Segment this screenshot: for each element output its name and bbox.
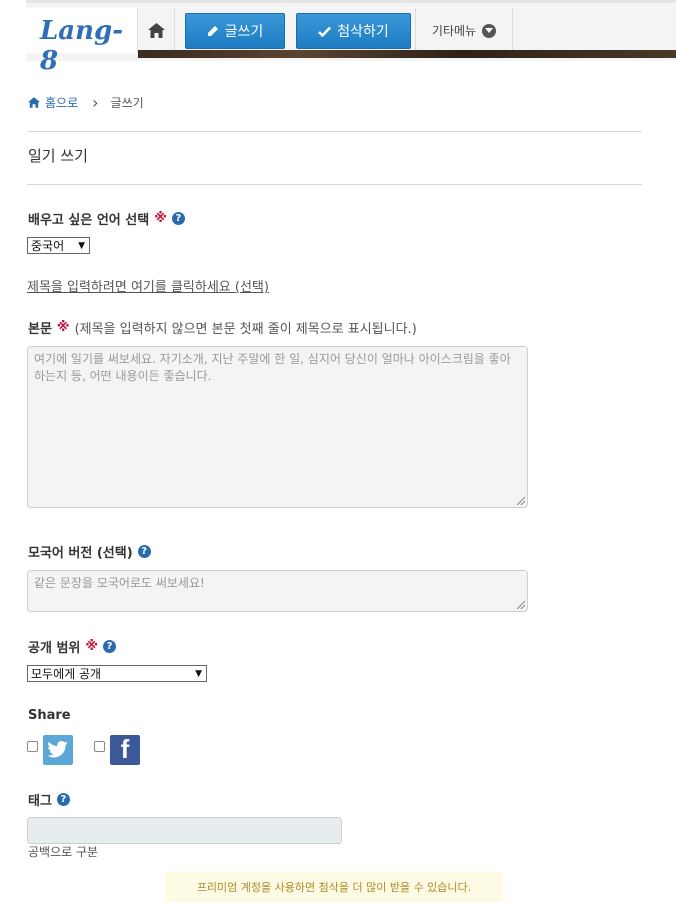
premium-notice: 프리미엄 계정을 사용하면 첨삭을 더 많이 받을 수 있습니다. — [165, 872, 503, 902]
logo-container[interactable]: Lang-8 — [26, 8, 138, 76]
language-label-text: 배우고 싶은 언어 선택 — [28, 213, 150, 228]
chevron-down-icon: ▼ — [195, 668, 202, 679]
breadcrumb-current: 글쓰기 — [110, 96, 144, 110]
breadcrumb-separator: › — [92, 93, 99, 112]
home-icon — [147, 23, 165, 38]
body-label-text: 본문 — [28, 322, 52, 337]
share-label-text: Share — [28, 708, 71, 723]
tags-hint: 공백으로 구분 — [28, 845, 99, 859]
visibility-label: 공개 범위 ※ ? — [28, 637, 117, 656]
chevron-down-icon: ▼ — [78, 240, 85, 251]
twitter-icon[interactable] — [43, 735, 73, 765]
breadcrumb: 홈으로 › 글쓰기 — [28, 93, 144, 112]
help-icon[interactable]: ? — [103, 640, 117, 653]
title-input-link[interactable]: 제목을 입력하려면 여기를 클릭하세요 (선택) — [27, 276, 269, 295]
home-button[interactable] — [138, 8, 175, 53]
visibility-label-text: 공개 범위 — [28, 641, 81, 656]
native-version-placeholder: 같은 문장을 모국어로도 써보세요! — [34, 576, 205, 590]
write-button[interactable]: 글쓰기 — [185, 13, 285, 49]
tags-label: 태그 ? — [28, 790, 70, 809]
check-icon — [318, 26, 332, 37]
site-logo[interactable]: Lang-8 — [40, 16, 137, 76]
breadcrumb-home-label[interactable]: 홈으로 — [45, 94, 78, 111]
correct-button-label: 첨삭하기 — [337, 24, 389, 40]
other-menu-label: 기타메뉴 — [431, 24, 477, 38]
divider — [27, 131, 642, 132]
language-select[interactable]: 중국어 ▼ — [27, 237, 90, 254]
native-version-label: 모국어 버전 (선택) ? — [28, 542, 151, 561]
language-select-value: 중국어 — [31, 239, 65, 253]
help-icon[interactable]: ? — [137, 545, 151, 558]
facebook-icon[interactable]: f — [110, 734, 140, 765]
other-menu-dropdown[interactable]: 기타메뉴 — [415, 8, 513, 53]
facebook-share-checkbox[interactable] — [94, 741, 105, 752]
breadcrumb-home-link[interactable]: 홈으로 — [28, 94, 78, 111]
help-icon[interactable]: ? — [171, 212, 185, 225]
visibility-select-value: 모두에게 공개 — [31, 667, 102, 681]
pencil-icon — [207, 26, 218, 36]
body-placeholder: 여기에 일기를 써보세요. 자기소개, 지난 주말에 한 일, 심지어 당신이 … — [34, 352, 511, 383]
home-icon — [28, 97, 40, 108]
help-icon[interactable]: ? — [56, 793, 70, 806]
native-version-textarea[interactable]: 같은 문장을 모국어로도 써보세요! — [27, 570, 528, 612]
native-version-label-text: 모국어 버전 (선택) — [28, 546, 133, 561]
tags-label-text: 태그 — [28, 794, 52, 809]
visibility-select[interactable]: 모두에게 공개 ▼ — [27, 665, 207, 682]
tags-input[interactable] — [27, 817, 342, 844]
required-mark: ※ — [154, 211, 167, 226]
body-label: 본문 ※ (제목을 입력하지 않으면 본문 첫째 줄이 제목으로 표시됩니다.) — [28, 318, 417, 337]
body-note: (제목을 입력하지 않으면 본문 첫째 줄이 제목으로 표시됩니다.) — [74, 322, 417, 337]
required-mark: ※ — [85, 639, 99, 654]
language-label: 배우고 싶은 언어 선택 ※ ? — [28, 209, 185, 228]
page-title: 일기 쓰기 — [28, 147, 88, 165]
write-button-label: 글쓰기 — [224, 24, 264, 40]
share-label: Share — [28, 708, 71, 723]
divider — [27, 184, 642, 185]
premium-notice-text: 프리미엄 계정을 사용하면 첨삭을 더 많이 받을 수 있습니다. — [196, 881, 472, 894]
resize-handle[interactable] — [517, 497, 525, 505]
correct-button[interactable]: 첨삭하기 — [296, 13, 411, 49]
header-banner-image — [138, 50, 676, 58]
body-textarea[interactable]: 여기에 일기를 써보세요. 자기소개, 지난 주말에 한 일, 심지어 당신이 … — [27, 346, 528, 508]
required-mark: ※ — [56, 320, 70, 335]
chevron-down-icon — [482, 23, 497, 38]
resize-handle[interactable] — [517, 601, 525, 609]
twitter-share-checkbox[interactable] — [27, 741, 38, 752]
